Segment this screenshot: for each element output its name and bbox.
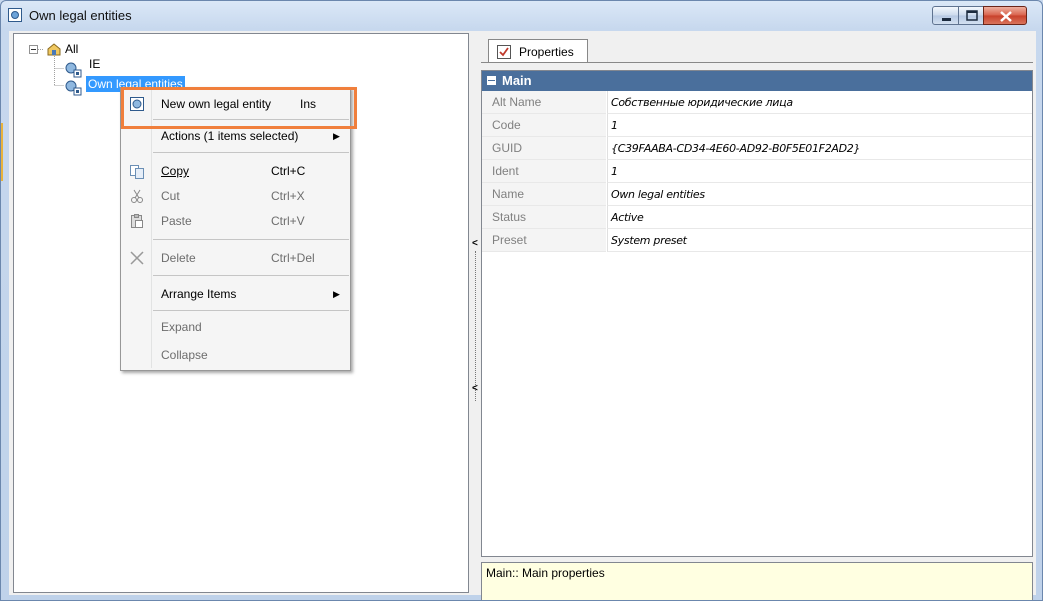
property-value[interactable]: 1 [607,114,1032,137]
legal-entity-icon [8,8,22,22]
help-panel: Main:: Main properties [481,562,1033,600]
property-value[interactable]: Active [607,206,1032,229]
menu-item-label: Collapse [161,348,208,362]
menu-item-shortcut: Ctrl+X [271,189,305,203]
legal-entity-icon [65,62,82,78]
maximize-icon [966,10,978,21]
folder-home-icon [47,43,61,56]
tree-node-ie[interactable]: IE [64,57,124,78]
properties-panel: Properties Main Alt Name Собственные юри… [481,33,1035,600]
maximize-button[interactable] [958,6,984,25]
minimize-button[interactable] [932,6,959,25]
panel-splitter[interactable]: < < [471,33,479,593]
tab-properties[interactable]: Properties [488,39,588,63]
menu-item-expand[interactable]: Expand [123,316,349,338]
title-bar[interactable]: Own legal entities [1,1,1042,31]
splitter-grip [475,251,477,401]
property-row[interactable]: Name Own legal entities [482,183,1032,206]
help-text: Main:: Main properties [486,566,605,580]
left-edge-accent [1,123,3,181]
property-row[interactable]: Code 1 [482,114,1032,137]
menu-item-collapse[interactable]: Collapse [123,344,349,366]
properties-icon [497,45,511,59]
menu-item-delete[interactable]: Delete Ctrl+Del [123,247,349,269]
menu-item-label: Expand [161,320,202,334]
close-icon [1000,11,1012,22]
property-name: Code [482,114,606,137]
category-main[interactable]: Main [482,71,1032,91]
category-label: Main [502,73,532,88]
cut-icon [131,189,143,203]
menu-item-shortcut: Ctrl+V [271,214,305,228]
menu-separator [153,239,349,240]
menu-item-label: Arrange Items [161,287,237,301]
property-grid[interactable]: Main Alt Name Собственные юридические ли… [481,70,1033,557]
window-title: Own legal entities [29,8,132,23]
property-value[interactable]: Own legal entities [607,183,1032,206]
property-name: Alt Name [482,91,606,114]
delete-icon [130,251,144,265]
menu-item-label: Cut [161,189,180,203]
menu-item-label: Delete [161,251,196,265]
menu-item-label: Copy [161,164,190,178]
property-name: Name [482,183,606,206]
menu-separator [153,152,349,153]
tab-strip-line [481,62,1033,63]
property-row[interactable]: GUID {C39FAABA-CD34-4E60-AD92-B0F5E01F2A… [482,137,1032,160]
property-row[interactable]: Ident 1 [482,160,1032,183]
menu-item-label: Paste [161,214,192,228]
menu-item-paste[interactable]: Paste Ctrl+V [123,210,349,232]
property-row[interactable]: Alt Name Собственные юридические лица [482,91,1032,114]
tree-root-all[interactable]: All [40,41,100,57]
menu-separator [153,275,349,276]
property-value[interactable]: Собственные юридические лица [607,91,1032,114]
property-name: GUID [482,137,606,160]
collapse-left-icon[interactable]: < [472,238,478,249]
property-value[interactable]: System preset [607,229,1032,252]
property-value[interactable]: {C39FAABA-CD34-4E60-AD92-B0F5E01F2AD2} [607,137,1032,160]
property-value[interactable]: 1 [607,160,1032,183]
property-name: Ident [482,160,606,183]
property-name: Preset [482,229,606,252]
minimize-icon [942,18,951,21]
collapse-icon[interactable] [487,76,496,85]
paste-icon [131,214,143,228]
property-row[interactable]: Status Active [482,206,1032,229]
property-row[interactable]: Preset System preset [482,229,1032,252]
collapse-left-icon[interactable]: < [472,383,478,394]
menu-item-copy[interactable]: Copy Ctrl+C [123,160,349,182]
menu-item-shortcut: Ctrl+C [271,164,306,178]
submenu-arrow-icon: ▶ [333,289,340,299]
highlight-box [121,87,357,129]
legal-entity-icon [65,80,82,96]
tree-node-label: All [65,42,79,56]
menu-item-cut[interactable]: Cut Ctrl+X [123,185,349,207]
menu-item-shortcut: Ctrl+Del [271,251,315,265]
tree-node-label: IE [89,57,101,71]
tab-label: Properties [519,45,574,59]
context-menu: New own legal entity Ins Actions (1 item… [120,87,351,371]
app-window: Own legal entities All IE Own legal enti… [0,0,1043,601]
menu-separator [153,310,349,311]
menu-item-arrange-items[interactable]: Arrange Items ▶ [123,283,349,305]
property-name: Status [482,206,606,229]
copy-icon [130,165,144,179]
close-button[interactable] [983,6,1027,25]
